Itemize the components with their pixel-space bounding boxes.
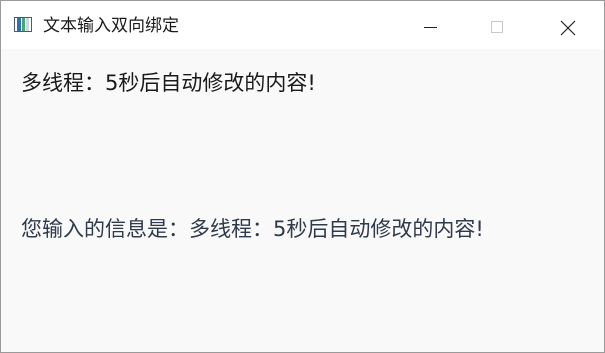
app-window-icon xyxy=(14,17,32,32)
close-button[interactable] xyxy=(536,1,605,49)
bound-info-label: 您输入的信息是：多线程：5秒后自动修改的内容! xyxy=(21,217,484,241)
maximize-button[interactable] xyxy=(467,1,537,49)
window-title: 文本输入双向绑定 xyxy=(43,16,179,36)
minimize-button[interactable] xyxy=(397,1,467,49)
close-icon xyxy=(560,20,576,36)
title-bar[interactable]: 文本输入双向绑定 xyxy=(1,1,604,49)
app-window: 文本输入双向绑定 多线程：5秒后自动修改的内容! 您输入的信息是：多线程：5秒后… xyxy=(0,0,605,353)
text-input-field[interactable]: 多线程：5秒后自动修改的内容! xyxy=(21,69,316,97)
minimize-icon xyxy=(424,27,437,28)
maximize-icon xyxy=(491,21,503,33)
